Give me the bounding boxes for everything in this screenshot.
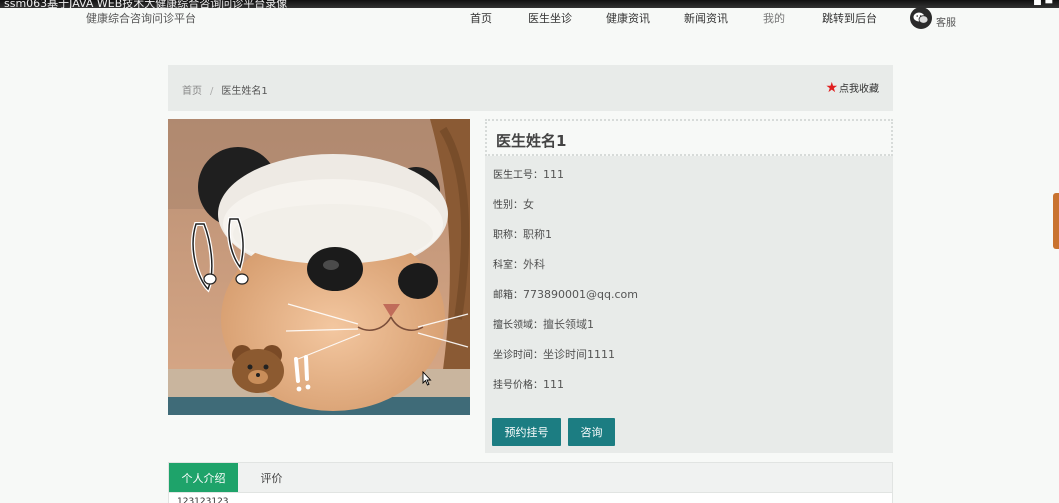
field-specialty: 擅长领域：擅长领域1 bbox=[493, 316, 594, 332]
customer-service-label: 客服 bbox=[936, 18, 956, 29]
field-price-value: 111 bbox=[543, 378, 564, 391]
field-employee-id-key: 医生工号： bbox=[493, 170, 543, 181]
doctor-info-panel: 医生姓名1 医生工号：111 性别：女 职称：职称1 科室：外科 邮箱：7738… bbox=[485, 119, 893, 453]
field-price: 挂号价格：111 bbox=[493, 376, 564, 391]
field-gender: 性别：女 bbox=[493, 196, 534, 212]
field-email-value: 773890001@qq.com bbox=[523, 288, 638, 301]
nav-item-home[interactable]: 首页 bbox=[470, 10, 492, 26]
field-title-key: 职称： bbox=[493, 230, 523, 241]
field-schedule-value: 坐诊时间1111 bbox=[543, 348, 615, 361]
nav-item-doctors[interactable]: 医生坐诊 bbox=[528, 10, 572, 26]
field-employee-id: 医生工号：111 bbox=[493, 166, 564, 181]
favorite-button[interactable]: ★ 点我收藏 bbox=[825, 79, 879, 96]
detail-tabs: 个人介绍 评价 123123123 bbox=[168, 462, 893, 503]
breadcrumb: 首页 / 医生姓名1 bbox=[182, 82, 268, 97]
window-controls-icon[interactable]: ■ ▬ bbox=[1033, 0, 1053, 7]
window-title: ssm063基于JAVA WEB技术大健康综合咨询问诊平台录像 bbox=[4, 0, 288, 8]
consult-button[interactable]: 咨询 bbox=[568, 418, 615, 446]
field-gender-value: 女 bbox=[523, 198, 534, 211]
site-name: 健康综合咨询问诊平台 bbox=[86, 12, 196, 25]
breadcrumb-current: 医生姓名1 bbox=[221, 86, 268, 97]
customer-service[interactable]: 客服 bbox=[910, 6, 956, 29]
top-nav: 健康综合咨询问诊平台 首页 医生坐诊 健康资讯 新闻资讯 我的 跳转到后台 客服 bbox=[0, 6, 1059, 30]
mouse-cursor-icon bbox=[422, 370, 432, 390]
field-specialty-value: 擅长领域1 bbox=[543, 318, 594, 331]
doctor-name: 医生姓名1 bbox=[496, 132, 567, 150]
wechat-icon bbox=[910, 6, 932, 29]
field-price-key: 挂号价格： bbox=[493, 380, 543, 391]
side-float-tab[interactable] bbox=[1053, 193, 1059, 249]
breadcrumb-home[interactable]: 首页 bbox=[182, 86, 202, 97]
field-employee-id-value: 111 bbox=[543, 168, 564, 181]
tab-profile[interactable]: 个人介绍 bbox=[169, 463, 238, 492]
field-schedule: 坐诊时间：坐诊时间1111 bbox=[493, 346, 615, 362]
tab-content-text: 123123123 bbox=[177, 497, 229, 503]
star-icon: ★ bbox=[825, 79, 838, 96]
book-appointment-button[interactable]: 预约挂号 bbox=[492, 418, 561, 446]
breadcrumb-separator: / bbox=[210, 86, 214, 97]
field-schedule-key: 坐诊时间： bbox=[493, 350, 543, 361]
nav-item-health-news[interactable]: 健康资讯 bbox=[606, 10, 650, 26]
field-email-key: 邮箱： bbox=[493, 290, 523, 301]
favorite-label: 点我收藏 bbox=[839, 84, 879, 95]
nav-item-admin[interactable]: 跳转到后台 bbox=[822, 10, 877, 26]
field-department-key: 科室： bbox=[493, 260, 523, 271]
field-email: 邮箱：773890001@qq.com bbox=[493, 286, 638, 301]
doctor-name-header: 医生姓名1 bbox=[485, 119, 893, 156]
tab-content: 123123123 bbox=[169, 492, 892, 503]
field-specialty-key: 擅长领域： bbox=[493, 320, 543, 331]
tab-reviews[interactable]: 评价 bbox=[249, 463, 294, 492]
breadcrumb-bar: 首页 / 医生姓名1 ★ 点我收藏 bbox=[168, 65, 893, 111]
nav-item-news[interactable]: 新闻资讯 bbox=[684, 10, 728, 26]
field-title-value: 职称1 bbox=[523, 228, 552, 241]
nav-item-mine[interactable]: 我的 bbox=[763, 10, 785, 26]
field-title: 职称：职称1 bbox=[493, 226, 552, 242]
field-department: 科室：外科 bbox=[493, 256, 545, 272]
window-titlebar: ssm063基于JAVA WEB技术大健康综合咨询问诊平台录像 ■ ▬ bbox=[0, 0, 1059, 8]
field-gender-key: 性别： bbox=[493, 200, 523, 211]
field-department-value: 外科 bbox=[523, 258, 545, 271]
